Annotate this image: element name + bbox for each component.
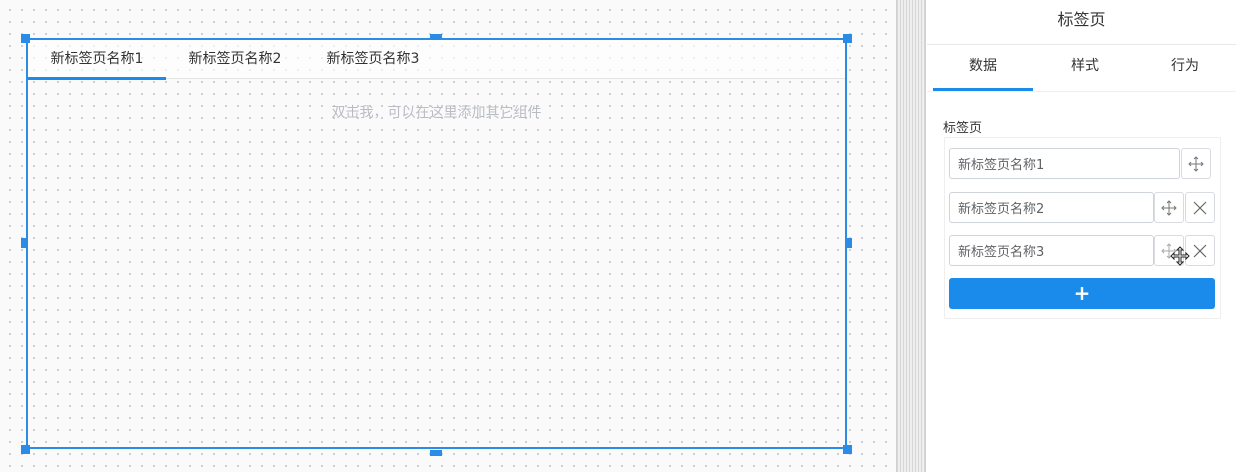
move-icon bbox=[1161, 199, 1177, 216]
resize-handle-right[interactable] bbox=[846, 238, 852, 248]
delete-button-2[interactable] bbox=[1185, 192, 1215, 223]
drop-zone-hint: 双击我，可以在这里添加其它组件 bbox=[331, 105, 542, 121]
close-icon bbox=[1193, 244, 1207, 257]
panel-splitter[interactable] bbox=[896, 0, 926, 472]
resize-handle-top[interactable] bbox=[430, 34, 442, 40]
close-icon bbox=[1193, 201, 1207, 214]
tabs-component[interactable]: 新标签页名称1 新标签页名称2 新标签页名称3 双击我，可以在这里添加其它组件 bbox=[26, 38, 847, 449]
resize-handle-bottom-left[interactable] bbox=[21, 445, 30, 454]
resize-handle-top-left[interactable] bbox=[21, 34, 30, 43]
tabs-header: 新标签页名称1 新标签页名称2 新标签页名称3 bbox=[28, 40, 845, 80]
panel-title: 标签页 bbox=[927, 0, 1236, 45]
resize-handle-bottom-right[interactable] bbox=[843, 445, 852, 454]
tab-item-list: + bbox=[944, 137, 1221, 319]
tab-style[interactable]: 样式 bbox=[1035, 45, 1135, 91]
panel-tabs: 数据 样式 行为 bbox=[927, 45, 1236, 92]
tab-3[interactable]: 新标签页名称3 bbox=[310, 40, 436, 79]
tab-name-input-3[interactable] bbox=[949, 235, 1154, 266]
tab-name-input-2[interactable] bbox=[949, 192, 1154, 223]
move-icon bbox=[1188, 155, 1204, 172]
section-label: 标签页 bbox=[943, 121, 983, 136]
tab-2[interactable]: 新标签页名称2 bbox=[172, 40, 298, 79]
tab-behavior[interactable]: 行为 bbox=[1135, 45, 1235, 91]
tab-name-input-1[interactable] bbox=[949, 148, 1180, 179]
tab-1[interactable]: 新标签页名称1 bbox=[28, 40, 166, 80]
move-button-3[interactable] bbox=[1154, 235, 1184, 266]
move-button-1[interactable] bbox=[1181, 148, 1211, 179]
delete-button-3[interactable] bbox=[1185, 235, 1215, 266]
resize-handle-left[interactable] bbox=[21, 238, 27, 248]
resize-handle-top-right[interactable] bbox=[843, 34, 852, 43]
move-button-2[interactable] bbox=[1154, 192, 1184, 223]
property-panel: 标签页 数据 样式 行为 标签页 新标签页名称1 新标签页名称2 新标签页名称3… bbox=[927, 0, 1236, 472]
tab-data[interactable]: 数据 bbox=[933, 45, 1033, 91]
add-tab-button[interactable]: + bbox=[949, 278, 1215, 309]
resize-handle-bottom[interactable] bbox=[430, 450, 442, 456]
move-icon bbox=[1161, 242, 1177, 259]
